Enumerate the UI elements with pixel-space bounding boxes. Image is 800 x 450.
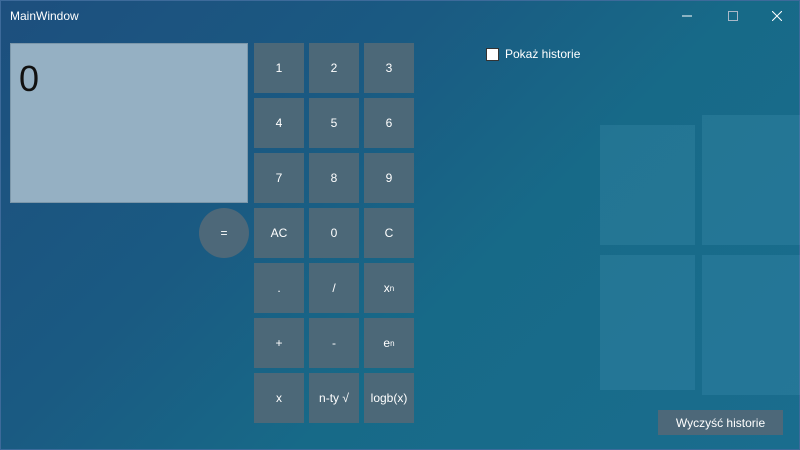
key-5[interactable]: 5 xyxy=(309,98,359,148)
clear-button[interactable]: C xyxy=(364,208,414,258)
key-9[interactable]: 9 xyxy=(364,153,414,203)
clear-history-button[interactable]: Wyczyść historie xyxy=(658,410,783,435)
window-title: MainWindow xyxy=(10,9,79,23)
display-value: 0 xyxy=(19,58,40,99)
power-exponent: n xyxy=(389,283,395,293)
maximize-icon xyxy=(728,11,738,21)
maximize-button[interactable] xyxy=(710,0,756,32)
show-history-toggle[interactable]: Pokaż historie xyxy=(486,47,580,61)
close-button[interactable] xyxy=(754,0,800,32)
equals-button[interactable]: = xyxy=(199,208,249,258)
background-decoration xyxy=(600,125,695,245)
show-history-checkbox[interactable] xyxy=(486,47,499,61)
key-0[interactable]: 0 xyxy=(309,208,359,258)
key-8[interactable]: 8 xyxy=(309,153,359,203)
minimize-button[interactable] xyxy=(664,0,710,32)
all-clear-button[interactable]: AC xyxy=(254,208,304,258)
add-button[interactable]: + xyxy=(254,318,304,368)
calculator-display: 0 xyxy=(10,43,248,203)
log-button[interactable]: logb(x) xyxy=(364,373,414,423)
nth-root-button[interactable]: n-ty √ xyxy=(309,373,359,423)
key-2[interactable]: 2 xyxy=(309,43,359,93)
multiply-button[interactable]: x xyxy=(254,373,304,423)
exponential-exponent: n xyxy=(390,338,395,348)
key-7[interactable]: 7 xyxy=(254,153,304,203)
background-decoration xyxy=(702,115,800,245)
title-bar: MainWindow xyxy=(0,0,800,32)
subtract-button[interactable]: - xyxy=(309,318,359,368)
show-history-label: Pokaż historie xyxy=(505,47,581,61)
background-decoration xyxy=(600,255,695,390)
key-6[interactable]: 6 xyxy=(364,98,414,148)
close-icon xyxy=(772,11,782,21)
decimal-point-button[interactable]: . xyxy=(254,263,304,313)
exponential-button[interactable]: en xyxy=(364,318,414,368)
key-1[interactable]: 1 xyxy=(254,43,304,93)
key-4[interactable]: 4 xyxy=(254,98,304,148)
exponential-base: e xyxy=(383,336,391,350)
power-button[interactable]: xn xyxy=(364,263,414,313)
background-decoration xyxy=(702,255,800,395)
minimize-icon xyxy=(682,15,692,17)
key-3[interactable]: 3 xyxy=(364,43,414,93)
divide-button[interactable]: / xyxy=(309,263,359,313)
